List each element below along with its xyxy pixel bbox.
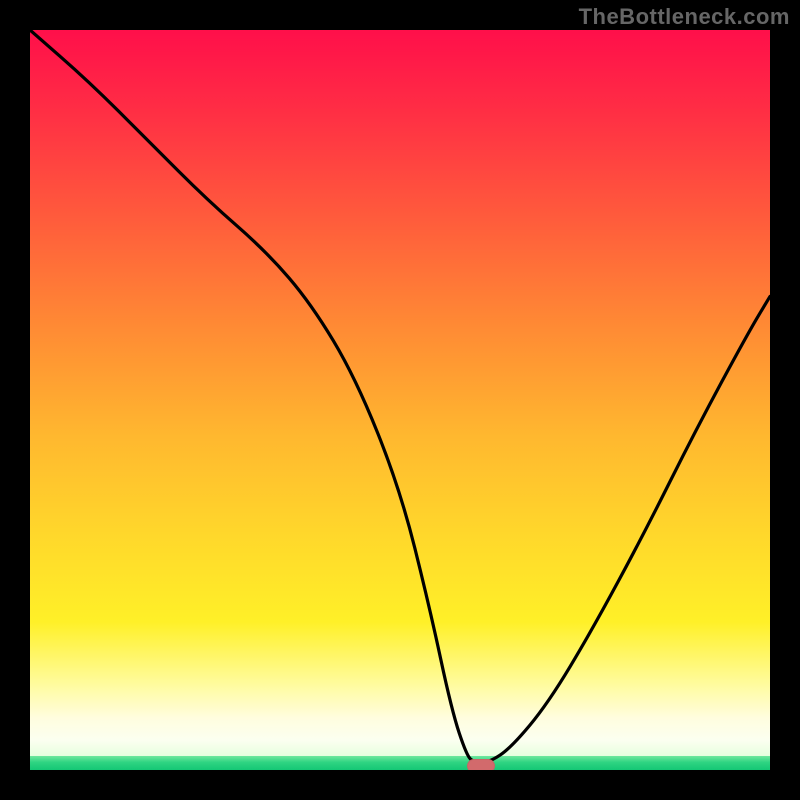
curve-svg: [30, 30, 770, 770]
plot-area: [30, 30, 770, 770]
optimum-marker: [467, 759, 495, 770]
bottleneck-curve: [30, 30, 770, 763]
watermark-text: TheBottleneck.com: [579, 4, 790, 30]
chart-frame: TheBottleneck.com: [0, 0, 800, 800]
